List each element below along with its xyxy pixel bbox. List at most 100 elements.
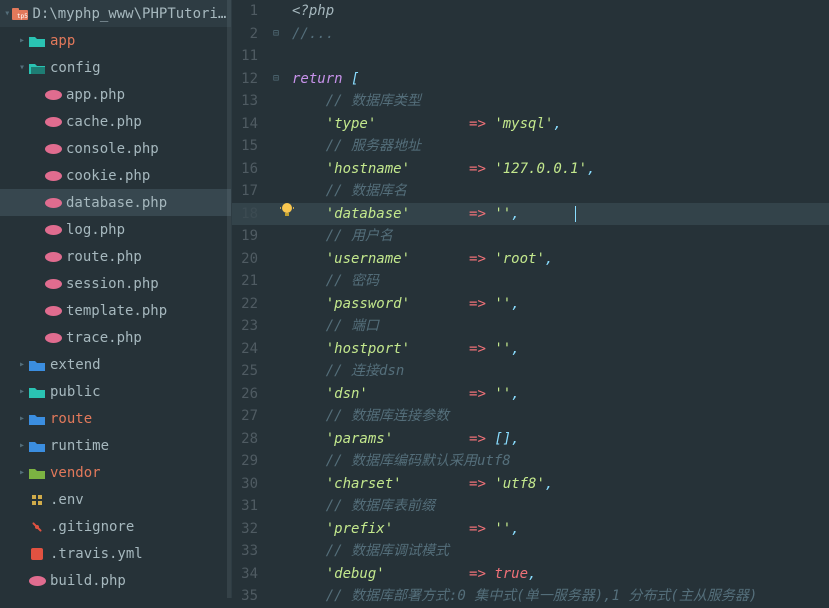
yaml-file-icon: [28, 545, 46, 563]
fold-expand-icon[interactable]: ⊟: [270, 23, 282, 46]
tree-row-gitignore[interactable]: .gitignore: [0, 513, 231, 540]
chevron-right-icon: ▸: [16, 359, 28, 370]
tree-label: log.php: [66, 222, 125, 238]
tree-label: runtime: [50, 438, 109, 454]
tree-row-env[interactable]: .env: [0, 486, 231, 513]
folder-icon: [28, 410, 46, 428]
chevron-right-icon: ▸: [16, 440, 28, 451]
tree-label: cookie.php: [66, 168, 150, 184]
tree-label: cache.php: [66, 114, 142, 130]
tree-label: extend: [50, 357, 101, 373]
svg-text:tp5: tp5: [17, 13, 28, 20]
tree-row-file[interactable]: cache.php: [0, 108, 231, 135]
tree-row-build[interactable]: build.php: [0, 567, 231, 594]
tree-label: app: [50, 33, 75, 49]
php-file-icon: [44, 302, 62, 320]
tree-root-label: D:\myphp_www\PHPTutorial\W…: [32, 6, 231, 22]
code-line: [292, 45, 829, 68]
code-line: <?php: [292, 0, 829, 23]
tree-row-travis[interactable]: .travis.yml: [0, 540, 231, 567]
tree-row-file[interactable]: session.php: [0, 270, 231, 297]
code-line: 'username' => 'root',: [292, 248, 829, 271]
chevron-right-icon: ▸: [16, 467, 28, 478]
php-file-icon: [44, 329, 62, 347]
line-number: 16: [232, 158, 258, 181]
code-line: // 数据库类型: [292, 90, 829, 113]
fold-collapse-icon[interactable]: ⊟: [270, 68, 282, 91]
tree-row-file[interactable]: log.php: [0, 216, 231, 243]
code-line: // 数据库连接参数: [292, 405, 829, 428]
php-file-icon: [44, 221, 62, 239]
tree-label: app.php: [66, 87, 125, 103]
folder-open-icon: [28, 59, 46, 77]
code-area[interactable]: <?php //... return [ // 数据库类型 'type' => …: [292, 0, 829, 608]
code-line: // 服务器地址: [292, 135, 829, 158]
line-number: 25: [232, 360, 258, 383]
code-line: // 连接dsn: [292, 360, 829, 383]
tree-row-route[interactable]: ▸ route: [0, 405, 231, 432]
line-number: 30: [232, 473, 258, 496]
tree-row-vendor[interactable]: ▸ vendor: [0, 459, 231, 486]
tree-row-file[interactable]: console.php: [0, 135, 231, 162]
line-number: 20: [232, 248, 258, 271]
chevron-right-icon: ▸: [16, 35, 28, 46]
code-line: 'password' => '',: [292, 293, 829, 316]
line-number: 15: [232, 135, 258, 158]
line-number: 29: [232, 450, 258, 473]
tree-row-root[interactable]: ▾ tp5 D:\myphp_www\PHPTutorial\W…: [0, 0, 231, 27]
tree-label: session.php: [66, 276, 159, 292]
code-line: 'params' => [],: [292, 428, 829, 451]
line-number: 19: [232, 225, 258, 248]
line-number: 2: [232, 23, 258, 46]
code-line: return [: [292, 68, 829, 91]
tree-label: route.php: [66, 249, 142, 265]
tree-label: console.php: [66, 141, 159, 157]
tree-label: build.php: [50, 573, 126, 589]
line-number: 22: [232, 293, 258, 316]
code-editor[interactable]: 1 2 11 12 13 14 15 16 17 18 19 20 21 22 …: [232, 0, 829, 598]
line-number-gutter: 1 2 11 12 13 14 15 16 17 18 19 20 21 22 …: [232, 0, 264, 608]
tree-row-public[interactable]: ▸ public: [0, 378, 231, 405]
fold-gutter: ⊟ ⊟: [270, 0, 282, 90]
tree-row-app[interactable]: ▸ app: [0, 27, 231, 54]
tree-label: trace.php: [66, 330, 142, 346]
line-number: 33: [232, 540, 258, 563]
code-line: // 数据库表前缀: [292, 495, 829, 518]
line-number: 31: [232, 495, 258, 518]
code-line: // 密码: [292, 270, 829, 293]
line-number: 34: [232, 563, 258, 586]
code-line: 'hostname' => '127.0.0.1',: [292, 158, 829, 181]
tree-row-file[interactable]: cookie.php: [0, 162, 231, 189]
env-file-icon: [28, 491, 46, 509]
tree-row-runtime[interactable]: ▸ runtime: [0, 432, 231, 459]
code-line: 'debug' => true,: [292, 563, 829, 586]
line-number: 24: [232, 338, 258, 361]
code-line: // 数据库调试模式: [292, 540, 829, 563]
tree-label: route: [50, 411, 92, 427]
tree-row-file[interactable]: route.php: [0, 243, 231, 270]
tree-row-file[interactable]: app.php: [0, 81, 231, 108]
php-file-icon: [44, 275, 62, 293]
line-number: 23: [232, 315, 258, 338]
line-number: 21: [232, 270, 258, 293]
project-tree-sidebar: ▾ tp5 D:\myphp_www\PHPTutorial\W… ▸ app …: [0, 0, 232, 598]
tree-row-file-active[interactable]: database.php: [0, 189, 231, 216]
code-line-active: 'database' => '',: [232, 203, 829, 226]
code-line: 'dsn' => '',: [292, 383, 829, 406]
tree-label: config: [50, 60, 101, 76]
line-number: 13: [232, 90, 258, 113]
folder-icon: [28, 356, 46, 374]
tree-label: database.php: [66, 195, 167, 211]
line-number: 27: [232, 405, 258, 428]
tree-row-file[interactable]: template.php: [0, 297, 231, 324]
code-line: //...: [292, 23, 829, 46]
line-number: 14: [232, 113, 258, 136]
intention-bulb-icon[interactable]: [280, 202, 294, 218]
tree-label: .gitignore: [50, 519, 134, 535]
tree-row-file[interactable]: trace.php: [0, 324, 231, 351]
line-number: 12: [232, 68, 258, 91]
tree-row-extend[interactable]: ▸ extend: [0, 351, 231, 378]
tree-label: public: [50, 384, 101, 400]
code-line: // 用户名: [292, 225, 829, 248]
tree-row-config[interactable]: ▾ config: [0, 54, 231, 81]
